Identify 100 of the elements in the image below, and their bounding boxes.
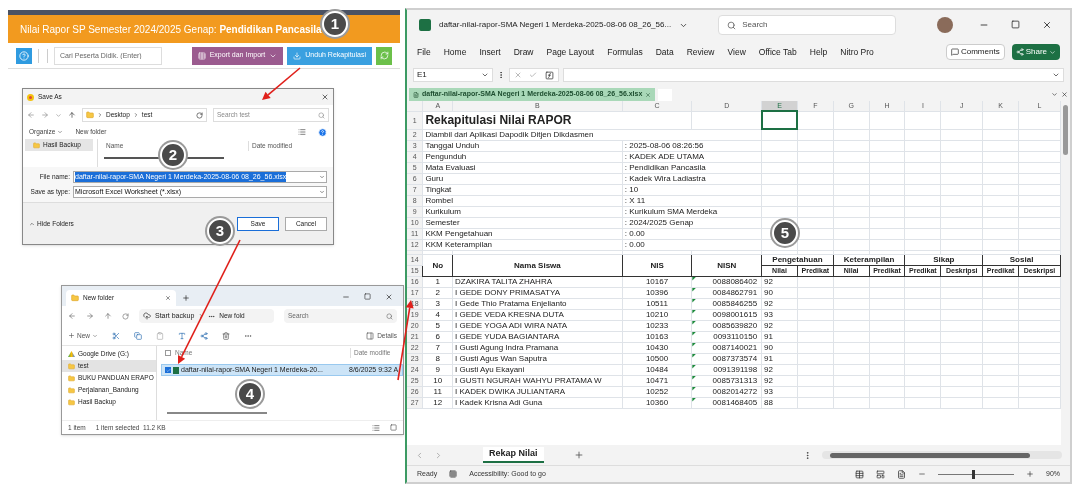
folder-icon [33, 141, 40, 149]
comment-icon [950, 48, 959, 56]
app-icon [27, 93, 34, 101]
normal-view-icon[interactable] [855, 469, 864, 479]
help-button[interactable] [16, 47, 32, 64]
next-sheet-icon[interactable] [434, 450, 443, 460]
share-icon [1015, 48, 1024, 56]
table-cell: 0087373574 [712, 354, 758, 363]
tiles-view-icon[interactable] [390, 424, 397, 431]
ribbon-tab[interactable]: Insert [479, 45, 501, 59]
name-box[interactable]: E1 [413, 68, 493, 82]
zoom-slider-thumb[interactable] [972, 469, 976, 479]
table-cell: 0093110150 [713, 332, 758, 341]
add-sheet-icon[interactable] [573, 450, 584, 460]
up-icon[interactable] [68, 111, 76, 119]
info-label: Kurikulum [422, 206, 623, 217]
close-icon[interactable] [385, 293, 393, 301]
folder-icon [68, 374, 75, 382]
macro-icon[interactable] [449, 470, 458, 478]
more-icon[interactable] [803, 450, 812, 460]
table-cell: 88 [761, 397, 798, 408]
group-header: Sikap [904, 254, 983, 265]
view-icon[interactable] [298, 128, 306, 136]
table-cell: 11 [422, 386, 453, 397]
caret-icon[interactable] [1051, 91, 1058, 98]
more-icon[interactable] [497, 71, 505, 79]
rename-icon[interactable] [178, 331, 186, 340]
ribbon-tab[interactable]: Draw [513, 45, 534, 59]
share-button[interactable]: Share [1011, 44, 1060, 60]
info-value: : X 11 [622, 195, 762, 206]
ribbon-tab[interactable]: Home [443, 45, 467, 59]
zoom-out-icon[interactable] [918, 470, 926, 478]
info-value: : 0.00 [622, 228, 762, 239]
ribbon-tab[interactable]: Page Layout [546, 45, 595, 59]
table-cell: 90 [761, 287, 798, 298]
cloud-icon [143, 312, 151, 320]
back-icon[interactable] [68, 312, 76, 320]
page-title: Nilai Rapor SP Semester 2024/2025 Genap: Pendidikan Pancasila [20, 22, 322, 37]
ribbon-tab[interactable]: Office Tab [758, 45, 797, 59]
close-icon[interactable] [1061, 91, 1068, 98]
caret-icon [319, 189, 325, 195]
avatar[interactable] [937, 17, 953, 33]
paste-icon[interactable] [156, 331, 164, 340]
table-cell: I KADEK DWIKA JULIANTARA [452, 386, 623, 397]
ribbon-tab[interactable]: File [417, 45, 431, 59]
table-cell: 0088086402 [712, 277, 758, 286]
zoom-in-icon[interactable] [1026, 470, 1034, 478]
maximize-icon[interactable] [364, 293, 371, 300]
file-icon [413, 91, 419, 98]
table-icon [197, 51, 206, 60]
list-view-icon[interactable] [372, 423, 380, 432]
ribbon-tab[interactable]: Data [655, 45, 674, 59]
cut-icon[interactable] [112, 331, 120, 340]
back-icon[interactable] [27, 111, 35, 119]
sheet-tab[interactable]: Rekap Nilai [483, 447, 544, 463]
close-icon[interactable] [1042, 20, 1052, 30]
refresh-icon[interactable] [196, 111, 203, 119]
function-icon[interactable] [545, 70, 555, 80]
horizontal-scrollbar[interactable] [822, 451, 1062, 459]
ribbon-tab[interactable]: Help [809, 45, 828, 59]
chevron-up-icon[interactable] [29, 220, 35, 227]
new-tab-icon[interactable] [182, 294, 190, 302]
ribbon-tab[interactable]: Nitro Pro [840, 45, 874, 59]
refresh-icon[interactable] [122, 312, 129, 320]
search-field[interactable]: Search [718, 15, 897, 35]
select-all-checkbox[interactable] [165, 350, 171, 356]
maximize-icon[interactable] [1011, 20, 1020, 29]
close-icon[interactable] [321, 93, 329, 101]
table-cell: 12 [422, 397, 453, 408]
table-cell: I Gusti Ayu Ekayani [452, 364, 623, 375]
forward-icon[interactable] [41, 111, 49, 119]
ribbon-tab[interactable]: Review [686, 45, 715, 59]
refresh-button[interactable] [376, 46, 392, 65]
minimize-icon[interactable] [342, 293, 350, 301]
error-indicator-icon [692, 375, 697, 380]
help-icon[interactable] [318, 127, 327, 137]
table-cell: 7 [422, 342, 453, 353]
table-header: Nama Siswa [452, 254, 623, 276]
table-cell: 10233 [622, 320, 692, 331]
page-layout-icon[interactable] [876, 469, 885, 479]
delete-icon[interactable] [222, 331, 230, 340]
cancel-icon[interactable] [513, 71, 522, 79]
table-cell: 4 [422, 309, 453, 320]
share-icon[interactable] [200, 331, 208, 340]
up-icon[interactable] [104, 312, 112, 320]
info-value: : 0.00 [622, 239, 762, 250]
ribbon-tab[interactable]: Formulas [607, 45, 643, 59]
chevron-right-icon [97, 112, 103, 118]
table-cell: 92 [761, 276, 798, 287]
previous-sheet-icon[interactable] [415, 450, 424, 460]
details-icon [366, 331, 375, 340]
error-indicator-icon [692, 386, 697, 391]
forward-icon[interactable] [86, 312, 94, 320]
comments-button[interactable]: Comments [945, 44, 1005, 60]
info-value: : Kadek Wira Ladiastra [622, 173, 762, 184]
scrollbar[interactable] [167, 412, 267, 414]
copy-icon[interactable] [134, 331, 142, 340]
ribbon-tab[interactable]: View [727, 45, 746, 59]
checkbox[interactable] [165, 367, 171, 373]
page-break-icon[interactable] [897, 469, 906, 479]
